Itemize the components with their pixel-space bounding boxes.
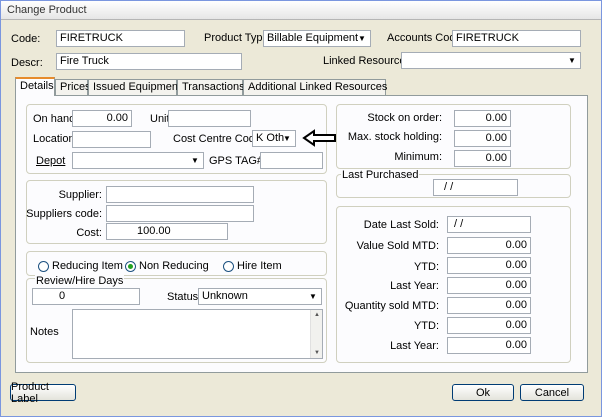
product-type-value: Billable Equipment xyxy=(267,32,359,44)
supplier-field[interactable] xyxy=(106,186,254,203)
minimum-field[interactable]: 0.00 xyxy=(454,150,511,167)
change-product-window: Change Product Code: FIRETRUCK Product T… xyxy=(0,0,602,417)
suppliers-code-field[interactable] xyxy=(106,205,254,222)
window-title: Change Product xyxy=(7,4,87,16)
scroll-down-icon[interactable]: ▼ xyxy=(311,348,322,358)
left-arrow-icon xyxy=(302,129,336,147)
status-select[interactable]: Unknown ▼ xyxy=(198,288,322,305)
gps-tag-field[interactable] xyxy=(260,152,323,169)
reducing-item-radio[interactable] xyxy=(38,261,49,272)
last-year-value-field[interactable]: 0.00 xyxy=(447,277,531,294)
chevron-down-icon[interactable]: ▼ xyxy=(307,289,319,304)
tab-prices[interactable]: Prices xyxy=(55,79,91,95)
ytd-value-label: YTD: xyxy=(413,261,439,273)
descr-field[interactable]: Fire Truck xyxy=(56,53,242,70)
last-purchased-label: Last Purchased xyxy=(341,169,420,181)
suppliers-code-label: Suppliers code: xyxy=(26,208,102,220)
chevron-down-icon[interactable]: ▼ xyxy=(356,31,368,46)
notes-scrollbar[interactable]: ▲ ▼ xyxy=(310,310,322,358)
scroll-up-icon[interactable]: ▲ xyxy=(311,310,322,320)
depot-label-text: Depot xyxy=(36,155,66,167)
non-reducing-radio[interactable] xyxy=(125,261,136,272)
max-stock-field[interactable]: 0.00 xyxy=(454,130,511,147)
on-hand-field[interactable]: 0.00 xyxy=(72,110,132,127)
notes-textarea[interactable]: ▲ ▼ xyxy=(72,309,323,359)
details-panel: On hand: 0.00 Unit: Location: Cost Centr… xyxy=(15,95,588,373)
reducing-item-label: Reducing Item xyxy=(52,260,123,272)
ytd-qty-label: YTD: xyxy=(413,320,439,332)
chevron-down-icon[interactable]: ▼ xyxy=(281,131,293,146)
ok-button[interactable]: Ok xyxy=(452,384,514,401)
cost-field[interactable]: 100.00 xyxy=(106,223,228,240)
location-label: Location: xyxy=(33,133,78,145)
stock-on-order-label: Stock on order: xyxy=(367,112,442,124)
qty-sold-mtd-field[interactable]: 0.00 xyxy=(447,297,531,314)
tab-transactions[interactable]: Transactions xyxy=(177,79,245,95)
linked-resource-label: Linked Resource xyxy=(323,55,406,67)
product-label-button[interactable]: Product Label xyxy=(10,381,76,405)
location-field[interactable] xyxy=(72,131,151,148)
descr-label: Descr: xyxy=(11,57,43,69)
product-type-label: Product Type xyxy=(204,32,269,44)
depot-label: Depot xyxy=(36,155,65,167)
supplier-label: Supplier: xyxy=(58,189,102,201)
hire-item-label: Hire Item xyxy=(237,260,282,272)
last-year-value-label: Last Year: xyxy=(390,280,439,292)
date-last-sold-field[interactable]: / / xyxy=(447,216,531,233)
accounts-code-field[interactable]: FIRETRUCK xyxy=(452,30,581,47)
last-year-qty-label: Last Year: xyxy=(390,340,439,352)
code-field[interactable]: FIRETRUCK xyxy=(56,30,185,47)
notes-label: Notes xyxy=(30,326,59,338)
minimum-label: Minimum: xyxy=(394,151,442,163)
code-label: Code: xyxy=(11,33,41,45)
status-value: Unknown xyxy=(202,290,248,302)
cost-centre-label: Cost Centre Code: xyxy=(173,133,265,145)
depot-select[interactable]: ▼ xyxy=(72,152,204,169)
tab-details[interactable]: Details xyxy=(15,77,55,96)
stock-on-order-field[interactable]: 0.00 xyxy=(454,110,511,127)
product-type-select[interactable]: Billable Equipment ▼ xyxy=(263,30,371,47)
linked-resource-select[interactable]: ▼ xyxy=(401,52,581,69)
qty-sold-mtd-label: Quantity sold MTD: xyxy=(344,300,439,312)
last-purchased-field[interactable]: / / xyxy=(433,179,518,196)
title-bar: Change Product xyxy=(1,1,601,20)
cancel-button[interactable]: Cancel xyxy=(520,384,584,401)
gps-tag-label: GPS TAG# xyxy=(209,155,264,167)
non-reducing-label: Non Reducing xyxy=(139,260,209,272)
chevron-down-icon[interactable]: ▼ xyxy=(566,53,578,68)
value-sold-mtd-label: Value Sold MTD: xyxy=(356,240,439,252)
hire-item-radio[interactable] xyxy=(223,261,234,272)
date-last-sold-label: Date Last Sold: xyxy=(363,219,439,231)
cost-label: Cost: xyxy=(76,227,102,239)
review-hire-days-label: Review/Hire Days xyxy=(35,275,125,287)
ytd-value-field[interactable]: 0.00 xyxy=(447,257,531,274)
review-hire-days-field[interactable]: 0 xyxy=(32,288,140,305)
cost-centre-value: K Oth xyxy=(256,132,285,144)
cost-centre-select[interactable]: K Oth ▼ xyxy=(252,130,296,147)
last-year-qty-field[interactable]: 0.00 xyxy=(447,337,531,354)
tab-additional-linked-resources[interactable]: Additional Linked Resources xyxy=(243,79,387,95)
tab-issued-equipment[interactable]: Issued Equipment xyxy=(88,79,181,95)
unit-field[interactable] xyxy=(168,110,251,127)
max-stock-label: Max. stock holding: xyxy=(347,131,442,143)
chevron-down-icon[interactable]: ▼ xyxy=(189,153,201,168)
status-label: Status xyxy=(167,291,199,303)
value-sold-mtd-field[interactable]: 0.00 xyxy=(447,237,531,254)
ytd-qty-field[interactable]: 0.00 xyxy=(447,317,531,334)
